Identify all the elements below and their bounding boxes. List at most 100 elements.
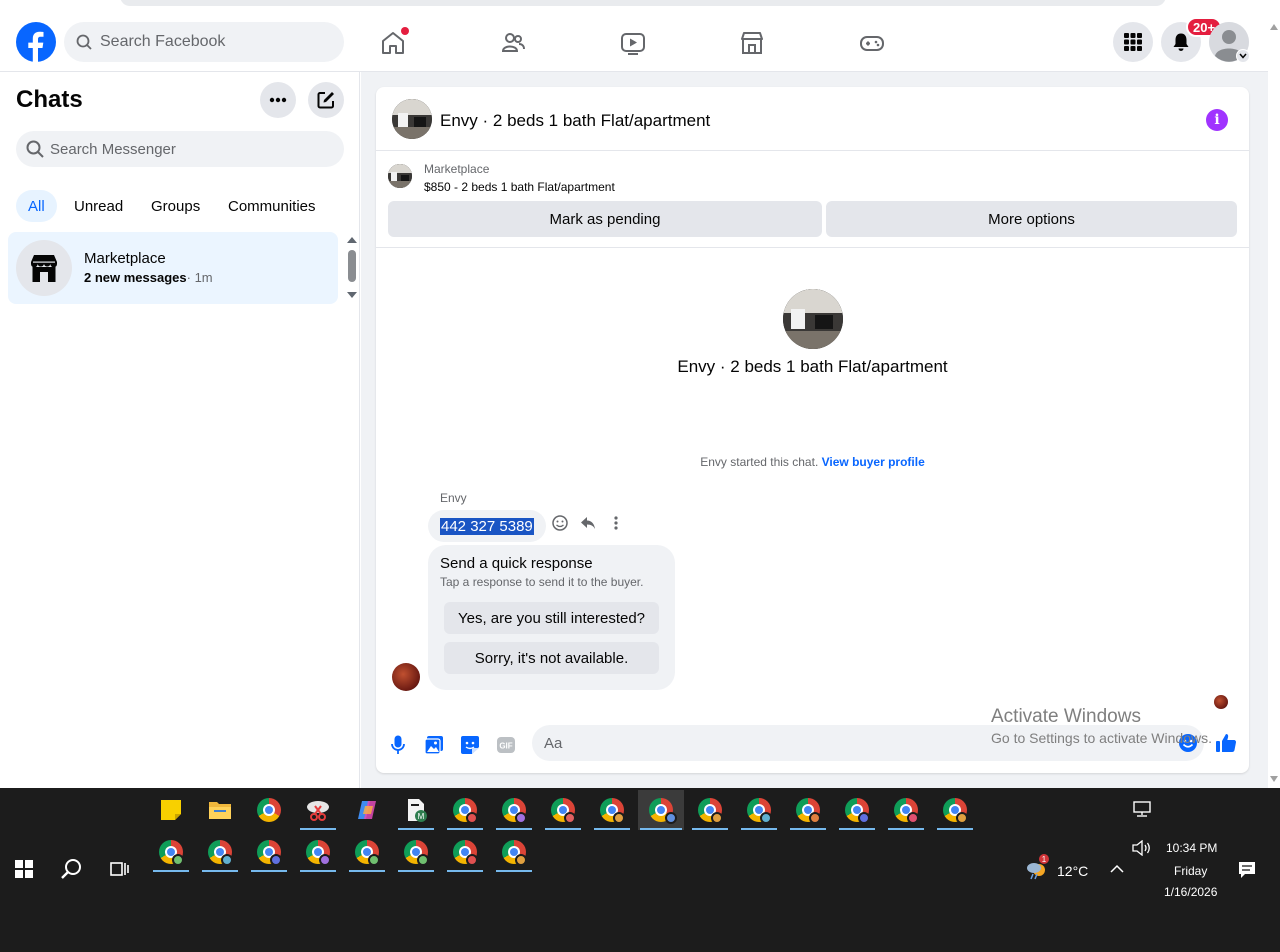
taskbar-chrome-profile-12[interactable] [151, 832, 191, 872]
nav-video[interactable] [603, 20, 663, 66]
taskbar-search-button[interactable] [52, 849, 92, 889]
nav-home[interactable] [363, 20, 423, 66]
conversation-preview: 2 new messages· 1m [84, 270, 213, 285]
clock-date[interactable]: 1/16/2026 [1164, 885, 1217, 899]
marketplace-icon [739, 30, 765, 56]
snipping-tool-icon [305, 798, 331, 822]
taskbar-snipping-tool[interactable] [298, 790, 338, 830]
view-buyer-profile-link[interactable]: View buyer profile [822, 455, 925, 469]
profile-badge-icon [665, 812, 677, 824]
filter-communities[interactable]: Communities [216, 190, 328, 222]
taskbar-document-app[interactable]: M [396, 790, 436, 830]
thumbs-up-icon [1215, 732, 1237, 754]
sidebar-scroll-thumb[interactable] [348, 250, 356, 282]
listing-thumbnail[interactable] [392, 99, 432, 139]
taskbar-chrome-profile-14[interactable] [249, 832, 289, 872]
folder-icon [208, 799, 232, 821]
chats-options-button[interactable] [260, 82, 296, 118]
taskbar-sticky-notes[interactable] [151, 790, 191, 830]
taskbar-chrome-profile-19[interactable] [494, 832, 534, 872]
taskbar-copilot[interactable] [347, 790, 387, 830]
microphone-icon [391, 735, 405, 755]
seen-receipt-avatar [1214, 695, 1228, 709]
weather-temp: 12°C [1057, 863, 1089, 879]
profile-badge-icon [319, 854, 331, 866]
notification-center-icon[interactable] [1238, 861, 1256, 879]
taskbar-chrome-profile-9[interactable] [837, 790, 877, 830]
voice-clip-button[interactable] [386, 733, 410, 757]
menu-button[interactable] [1113, 22, 1153, 62]
start-button[interactable] [4, 849, 44, 889]
chat-hero-title: Envy · 2 beds 1 bath Flat/apartment [677, 357, 948, 376]
taskbar-chrome-profile-3[interactable] [543, 790, 583, 830]
search-icon [76, 34, 92, 50]
message-text[interactable]: 442 327 5389 [440, 517, 534, 535]
gif-button[interactable]: GIF [494, 733, 518, 757]
message-bubble[interactable]: 442 327 5389 [428, 510, 546, 542]
weather-icon[interactable]: 1 [1025, 854, 1049, 880]
filter-groups[interactable]: Groups [139, 190, 212, 222]
more-vertical-icon[interactable] [608, 515, 624, 531]
mark-as-pending-button[interactable]: Mark as pending [388, 201, 822, 237]
nav-marketplace[interactable] [722, 20, 782, 66]
profile-badge-icon [466, 854, 478, 866]
taskbar-chrome-profile-16[interactable] [347, 832, 387, 872]
taskbar-chrome-profile-1[interactable] [445, 790, 485, 830]
taskbar-file-explorer[interactable] [200, 790, 240, 830]
listing-small-thumbnail[interactable] [388, 164, 412, 188]
sender-name: Envy [440, 491, 467, 505]
taskbar-chrome-profile-6[interactable] [690, 790, 730, 830]
quick-reply-still-interested[interactable]: Yes, are you still interested? [444, 602, 659, 634]
taskbar-chrome-profile-15[interactable] [298, 832, 338, 872]
more-options-button[interactable]: More options [826, 201, 1237, 237]
new-message-button[interactable] [308, 82, 344, 118]
messenger-search-input[interactable]: Search Messenger [16, 131, 344, 167]
buyer-avatar[interactable] [392, 663, 420, 691]
like-button[interactable] [1214, 731, 1238, 755]
quick-reply-not-available[interactable]: Sorry, it's not available. [444, 642, 659, 674]
filter-all[interactable]: All [16, 190, 57, 222]
taskbar-chrome-profile-8[interactable] [788, 790, 828, 830]
account-avatar-button[interactable] [1209, 22, 1250, 63]
compose-icon [316, 90, 336, 110]
quick-response-subtitle: Tap a response to send it to the buyer. [440, 575, 644, 589]
clock-day[interactable]: Friday [1174, 864, 1207, 878]
network-icon[interactable] [1132, 801, 1152, 817]
taskbar-chrome-profile-11[interactable] [935, 790, 975, 830]
sticker-button[interactable] [458, 733, 482, 757]
volume-icon[interactable] [1132, 840, 1152, 856]
sidebar-scrollbar[interactable] [344, 232, 360, 304]
taskbar-chrome[interactable] [249, 790, 289, 830]
listing-price-title[interactable]: $850 - 2 beds 1 bath Flat/apartment [424, 180, 615, 194]
conversation-marketplace[interactable]: Marketplace 2 new messages· 1m [8, 232, 338, 304]
taskbar-chrome-profile-4[interactable] [592, 790, 632, 830]
react-emoji-icon[interactable] [552, 515, 568, 531]
sticker-icon [460, 735, 480, 755]
info-icon[interactable]: i [1206, 109, 1228, 131]
profile-badge-icon [515, 812, 527, 824]
nav-gaming[interactable] [842, 20, 902, 66]
taskbar-chrome-profile-7[interactable] [739, 790, 779, 830]
filter-unread[interactable]: Unread [62, 190, 135, 222]
clock-time[interactable]: 10:34 PM [1166, 841, 1217, 855]
taskbar-chrome-profile-10[interactable] [886, 790, 926, 830]
weather-badge: 1 [1039, 854, 1049, 864]
task-view-button[interactable] [100, 849, 140, 889]
taskbar-chrome-profile-18[interactable] [445, 832, 485, 872]
facebook-logo-icon[interactable] [16, 22, 56, 62]
show-hidden-icons-chevron-up-icon[interactable] [1110, 864, 1124, 874]
page-scrollbar[interactable] [1268, 14, 1280, 788]
nav-friends[interactable] [483, 20, 543, 66]
document-icon: M [405, 798, 427, 822]
chat-title[interactable]: Envy · 2 beds 1 bath Flat/apartment [440, 111, 710, 131]
facebook-search-input[interactable]: Search Facebook [64, 22, 344, 62]
watermark-line1: Activate Windows [991, 706, 1141, 727]
taskbar-chrome-profile-5-active[interactable] [638, 790, 684, 830]
taskbar-chrome-profile-13[interactable] [200, 832, 240, 872]
marketplace-avatar [16, 240, 72, 296]
reply-icon[interactable] [580, 515, 596, 531]
marketplace-store-icon [27, 251, 61, 285]
taskbar-chrome-profile-2[interactable] [494, 790, 534, 830]
attach-photo-button[interactable] [422, 733, 446, 757]
taskbar-chrome-profile-17[interactable] [396, 832, 436, 872]
